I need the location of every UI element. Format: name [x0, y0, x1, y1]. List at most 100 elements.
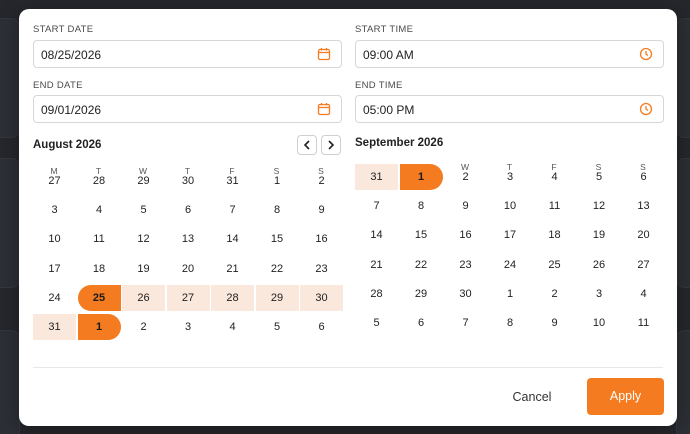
calendar-day[interactable]: 15 [256, 226, 299, 252]
calendar-day[interactable]: 9 [444, 193, 487, 219]
calendar-day[interactable]: 11 [78, 226, 121, 252]
calendar-day[interactable]: 27 [33, 168, 76, 194]
calendar-day[interactable]: 30 [444, 281, 487, 307]
calendar-day[interactable]: 16 [300, 226, 343, 252]
calendar-day[interactable]: 21 [211, 256, 254, 282]
calendar-day[interactable]: 7 [355, 193, 398, 219]
calendar-day[interactable]: 25 [77, 284, 121, 311]
calendar-day[interactable]: 12 [122, 226, 165, 252]
start-time-field[interactable]: 09:00 AM [355, 40, 664, 68]
calendar-day[interactable]: 23 [300, 256, 343, 282]
calendar-day[interactable]: 6 [400, 310, 443, 336]
calendar-day[interactable]: 30 [167, 168, 210, 194]
prev-month-button[interactable] [297, 135, 317, 155]
clock-icon[interactable] [639, 47, 653, 61]
calendar-day[interactable]: 29 [255, 284, 299, 311]
calendar-day[interactable]: 2 [444, 164, 487, 190]
calendar-day[interactable]: 17 [33, 256, 76, 282]
calendar-day[interactable]: 24 [33, 285, 76, 311]
background-panel [676, 18, 690, 138]
calendar-day[interactable]: 19 [122, 256, 165, 282]
calendar-day[interactable]: 10 [33, 226, 76, 252]
calendar-day[interactable]: 7 [211, 197, 254, 223]
background-panel [0, 330, 20, 434]
calendar-day[interactable]: 5 [578, 164, 621, 190]
calendar-day[interactable]: 29 [400, 281, 443, 307]
calendar-day[interactable]: 8 [489, 310, 532, 336]
calendar-day[interactable]: 23 [444, 252, 487, 278]
calendar-day[interactable]: 30 [300, 284, 343, 311]
calendar-day[interactable]: 3 [167, 314, 210, 340]
calendar-day[interactable]: 20 [622, 222, 665, 248]
calendar-day[interactable]: 1 [256, 168, 299, 194]
calendar-day[interactable]: 8 [400, 193, 443, 219]
calendar-day[interactable]: 2 [122, 314, 165, 340]
calendar-day[interactable]: 18 [78, 256, 121, 282]
next-month-button[interactable] [321, 135, 341, 155]
calendar-day[interactable]: 5 [122, 197, 165, 223]
calendar-day[interactable]: 28 [78, 168, 121, 194]
calendar-day[interactable]: 9 [300, 197, 343, 223]
calendar-day[interactable]: 2 [533, 281, 576, 307]
calendar-icon[interactable] [317, 102, 331, 116]
calendar-day[interactable]: 3 [489, 164, 532, 190]
calendar-day[interactable]: 4 [622, 281, 665, 307]
calendar-day[interactable]: 11 [533, 193, 576, 219]
calendar-day[interactable]: 17 [489, 222, 532, 248]
calendar-day[interactable]: 7 [444, 310, 487, 336]
calendar-day[interactable]: 14 [211, 226, 254, 252]
calendar-day[interactable]: 3 [578, 281, 621, 307]
calendar-day[interactable]: 4 [533, 164, 576, 190]
calendar-day[interactable]: 4 [78, 197, 121, 223]
calendar-day[interactable]: 28 [211, 284, 254, 311]
chevron-right-icon [328, 140, 335, 150]
calendar-day[interactable]: 13 [622, 193, 665, 219]
calendar-day[interactable]: 9 [533, 310, 576, 336]
calendar-day[interactable]: 6 [167, 197, 210, 223]
calendar-day[interactable]: 4 [211, 314, 254, 340]
calendar-day[interactable]: 10 [578, 310, 621, 336]
calendar-day[interactable]: 14 [355, 222, 398, 248]
calendar-day[interactable]: 27 [166, 284, 210, 311]
calendar-day[interactable]: 18 [533, 222, 576, 248]
end-date-field[interactable]: 09/01/2026 [33, 95, 342, 123]
calendar-day[interactable]: 10 [489, 193, 532, 219]
start-date-field[interactable]: 08/25/2026 [33, 40, 342, 68]
calendar-day[interactable]: 1 [489, 281, 532, 307]
calendar-day[interactable]: 8 [256, 197, 299, 223]
calendar-day[interactable]: 2 [300, 168, 343, 194]
calendar-day[interactable]: 15 [400, 222, 443, 248]
calendar-day[interactable]: 12 [578, 193, 621, 219]
calendar-day[interactable]: 5 [355, 310, 398, 336]
calendar-day[interactable]: 28 [355, 281, 398, 307]
calendar-day[interactable]: 6 [622, 164, 665, 190]
calendar-day[interactable]: 27 [622, 252, 665, 278]
calendar-icon[interactable] [317, 47, 331, 61]
calendar-day[interactable]: 19 [578, 222, 621, 248]
calendar-day[interactable]: 26 [578, 252, 621, 278]
calendar-day[interactable]: 22 [400, 252, 443, 278]
calendar-day[interactable]: 31 [355, 164, 398, 190]
calendar-day[interactable]: 5 [256, 314, 299, 340]
cancel-button[interactable]: Cancel [502, 387, 562, 407]
calendar-day[interactable]: 21 [355, 252, 398, 278]
calendar-day[interactable]: 16 [444, 222, 487, 248]
calendar-day[interactable]: 13 [167, 226, 210, 252]
calendar-day[interactable]: 6 [300, 314, 343, 340]
calendar-day[interactable]: 31 [33, 314, 76, 340]
calendar-day[interactable]: 20 [167, 256, 210, 282]
end-time-field[interactable]: 05:00 PM [355, 95, 664, 123]
calendar-day[interactable]: 25 [533, 252, 576, 278]
end-date-label: END DATE [33, 80, 83, 91]
calendar-day[interactable]: 1 [399, 164, 443, 190]
calendar-day[interactable]: 24 [489, 252, 532, 278]
calendar-day[interactable]: 3 [33, 197, 76, 223]
calendar-day[interactable]: 22 [256, 256, 299, 282]
clock-icon[interactable] [639, 102, 653, 116]
calendar-day[interactable]: 11 [622, 310, 665, 336]
calendar-day[interactable]: 26 [122, 284, 165, 311]
calendar-day[interactable]: 29 [122, 168, 165, 194]
calendar-day[interactable]: 31 [211, 168, 254, 194]
calendar-day[interactable]: 1 [77, 314, 121, 340]
apply-button[interactable]: Apply [587, 378, 664, 415]
